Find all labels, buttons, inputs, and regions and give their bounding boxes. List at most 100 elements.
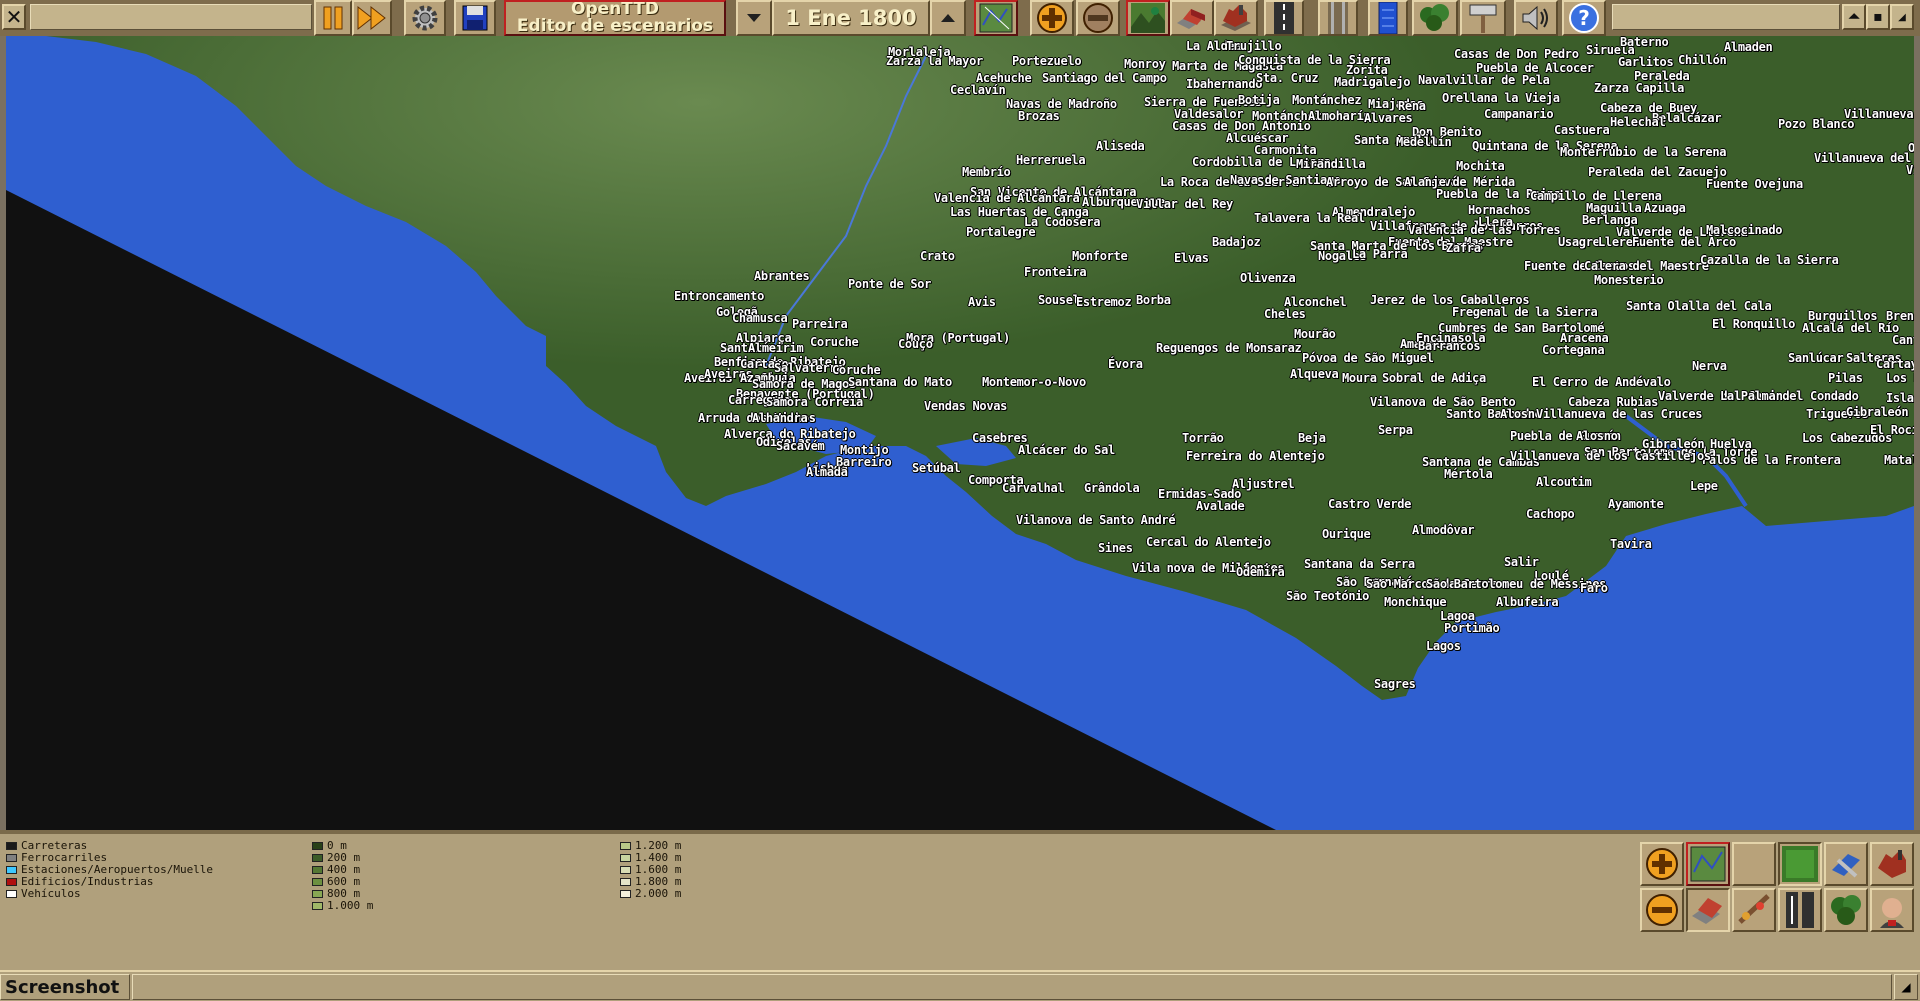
town-label[interactable]: Mourão (1294, 328, 1336, 340)
town-label[interactable]: La Palma del Condado (1720, 390, 1859, 402)
minimap-button[interactable] (974, 0, 1018, 36)
town-label[interactable]: Trujillo (1226, 40, 1282, 52)
town-label[interactable]: Mértola (1444, 468, 1493, 480)
legend-vehicles-button[interactable] (1824, 842, 1868, 886)
town-label[interactable]: Almada (806, 466, 848, 478)
town-label[interactable]: La Parra (1352, 248, 1408, 260)
town-label[interactable]: Serpa (1378, 424, 1413, 436)
town-label[interactable]: Azuaga (1644, 202, 1686, 214)
town-label[interactable]: Badajoz (1212, 236, 1261, 248)
town-label[interactable]: Alvares (1364, 112, 1413, 124)
town-label[interactable]: Carvalhal (1002, 482, 1065, 494)
settings-button[interactable] (404, 0, 446, 36)
date-up-button[interactable] (930, 0, 966, 36)
town-label[interactable]: Póvoa de São Miguel (1302, 352, 1434, 364)
town-label[interactable]: Couço (898, 338, 933, 350)
minimize-icon[interactable]: ⏶ (1842, 4, 1866, 30)
town-label[interactable]: Talavera la Real (1254, 212, 1365, 224)
town-label[interactable]: La Codosera (1024, 216, 1100, 228)
town-label[interactable]: Orellana la Vieja (1442, 92, 1560, 104)
town-label[interactable]: Abrantes (754, 270, 810, 282)
town-label[interactable]: Monesterio (1594, 274, 1664, 286)
town-label[interactable]: Santana da Serra (1304, 558, 1415, 570)
town-label[interactable]: Casas de Don Pedro (1454, 48, 1579, 60)
town-label[interactable]: Sta. Cruz (1256, 72, 1319, 84)
town-label[interactable]: Vilanova de Santo André (1016, 514, 1176, 526)
town-label[interactable]: Monforte (1072, 250, 1128, 262)
town-label[interactable]: Monchique (1384, 596, 1447, 608)
town-label[interactable]: Zarza Capilla (1594, 82, 1684, 94)
town-label[interactable]: Villanueva de (1844, 108, 1914, 120)
landscape-button[interactable] (1126, 0, 1170, 36)
town-label[interactable]: Santa Olalla del Cala (1626, 300, 1772, 312)
town-label[interactable]: Zafra (1446, 242, 1481, 254)
town-label[interactable]: Huelva (1710, 438, 1752, 450)
town-label[interactable]: Reguengos de Monsaraz (1156, 342, 1302, 354)
town-label[interactable]: Pilas (1828, 372, 1863, 384)
town-label[interactable]: Elvas (1174, 252, 1209, 264)
town-label[interactable]: Madrigalejo (1334, 76, 1410, 88)
zoom-out-button[interactable] (1076, 0, 1120, 36)
town-label[interactable]: Portezuelo (1012, 55, 1082, 67)
town-label[interactable]: Ponte de Sor (848, 278, 931, 290)
zoom-in-button[interactable] (1030, 0, 1074, 36)
legend-town-map-button[interactable] (1686, 888, 1730, 932)
town-label[interactable]: Villahar (1906, 164, 1914, 176)
town-label[interactable]: Parreira (792, 318, 848, 330)
town-label[interactable]: Cheles (1264, 308, 1306, 320)
town-label[interactable]: Estremoz (1076, 296, 1132, 308)
town-label[interactable]: Usagre (1558, 236, 1600, 248)
town-label[interactable]: Campanario (1484, 108, 1554, 120)
town-label[interactable]: Ibahernando (1186, 78, 1262, 90)
legend-industries-button[interactable] (1870, 842, 1914, 886)
legend-center-map-button[interactable] (1686, 842, 1730, 886)
town-label[interactable]: Fregenal de la Sierra (1452, 306, 1598, 318)
town-label[interactable]: Moura (1342, 372, 1377, 384)
town-label[interactable]: Villanueva de las Cruces (1536, 408, 1703, 420)
town-label[interactable]: Faro (1580, 582, 1608, 594)
shade-icon[interactable]: ▪ (1866, 4, 1890, 30)
town-label[interactable]: Coruche (810, 336, 859, 348)
town-label[interactable]: Gibraleón (1846, 406, 1909, 418)
town-label[interactable]: Sines (1098, 542, 1133, 554)
date-down-button[interactable] (736, 0, 772, 36)
legend-zoom-out-button[interactable] (1640, 888, 1684, 932)
town-label[interactable]: Tavira (1610, 538, 1652, 550)
town-label[interactable]: Alcoutim (1536, 476, 1592, 488)
rail-button[interactable] (1318, 0, 1358, 36)
town-label[interactable]: Los P (1886, 372, 1914, 384)
town-label[interactable]: Monroy (1124, 58, 1166, 70)
town-label[interactable]: Ferreira do Alentejo (1186, 450, 1325, 462)
town-button[interactable] (1170, 0, 1214, 36)
sign-button[interactable] (1460, 0, 1506, 36)
legend-contours-button[interactable] (1778, 842, 1822, 886)
town-label[interactable]: Garlitos (1618, 56, 1674, 68)
town-label[interactable]: Calera del Maestre (1584, 260, 1709, 272)
town-label[interactable]: Ceclavín (950, 84, 1006, 96)
town-label[interactable]: Chillón (1678, 54, 1727, 66)
map-viewport[interactable]: Morlaleja Zarza la Mayor Portezuelo Acehuch… (6, 36, 1914, 830)
town-label[interactable]: Membrío (962, 166, 1011, 178)
town-label[interactable]: Alhandra (752, 412, 808, 424)
town-label[interactable]: Fronteira (1024, 266, 1087, 278)
town-label[interactable]: Cant (1892, 334, 1914, 346)
legend-trees-button[interactable] (1824, 888, 1868, 932)
town-label[interactable]: Alcalá del Río (1802, 322, 1899, 334)
town-label[interactable]: El Ronquillo (1712, 318, 1795, 330)
legend-railway-button[interactable] (1778, 888, 1822, 932)
town-label[interactable]: Montemor-o-Novo (982, 376, 1086, 388)
town-label[interactable]: Samora Correia (766, 396, 863, 408)
town-label[interactable]: Portalegre (966, 226, 1036, 238)
town-label[interactable]: Aliseda (1096, 140, 1145, 152)
town-label[interactable]: Brozas (1018, 110, 1060, 122)
town-label[interactable]: Sacavém (776, 440, 825, 452)
town-label[interactable]: Almeirim (748, 342, 804, 354)
town-label[interactable]: Almaden (1724, 41, 1773, 53)
town-label[interactable]: Mirandilla (1296, 158, 1366, 170)
town-label[interactable]: Castuera (1554, 124, 1610, 136)
town-label[interactable]: Borba (1136, 294, 1171, 306)
town-label[interactable]: Sanlúcar (1788, 352, 1844, 364)
town-label[interactable]: Beja (1298, 432, 1326, 444)
road-button[interactable] (1264, 0, 1304, 36)
town-label[interactable]: Lagos (1426, 640, 1461, 652)
